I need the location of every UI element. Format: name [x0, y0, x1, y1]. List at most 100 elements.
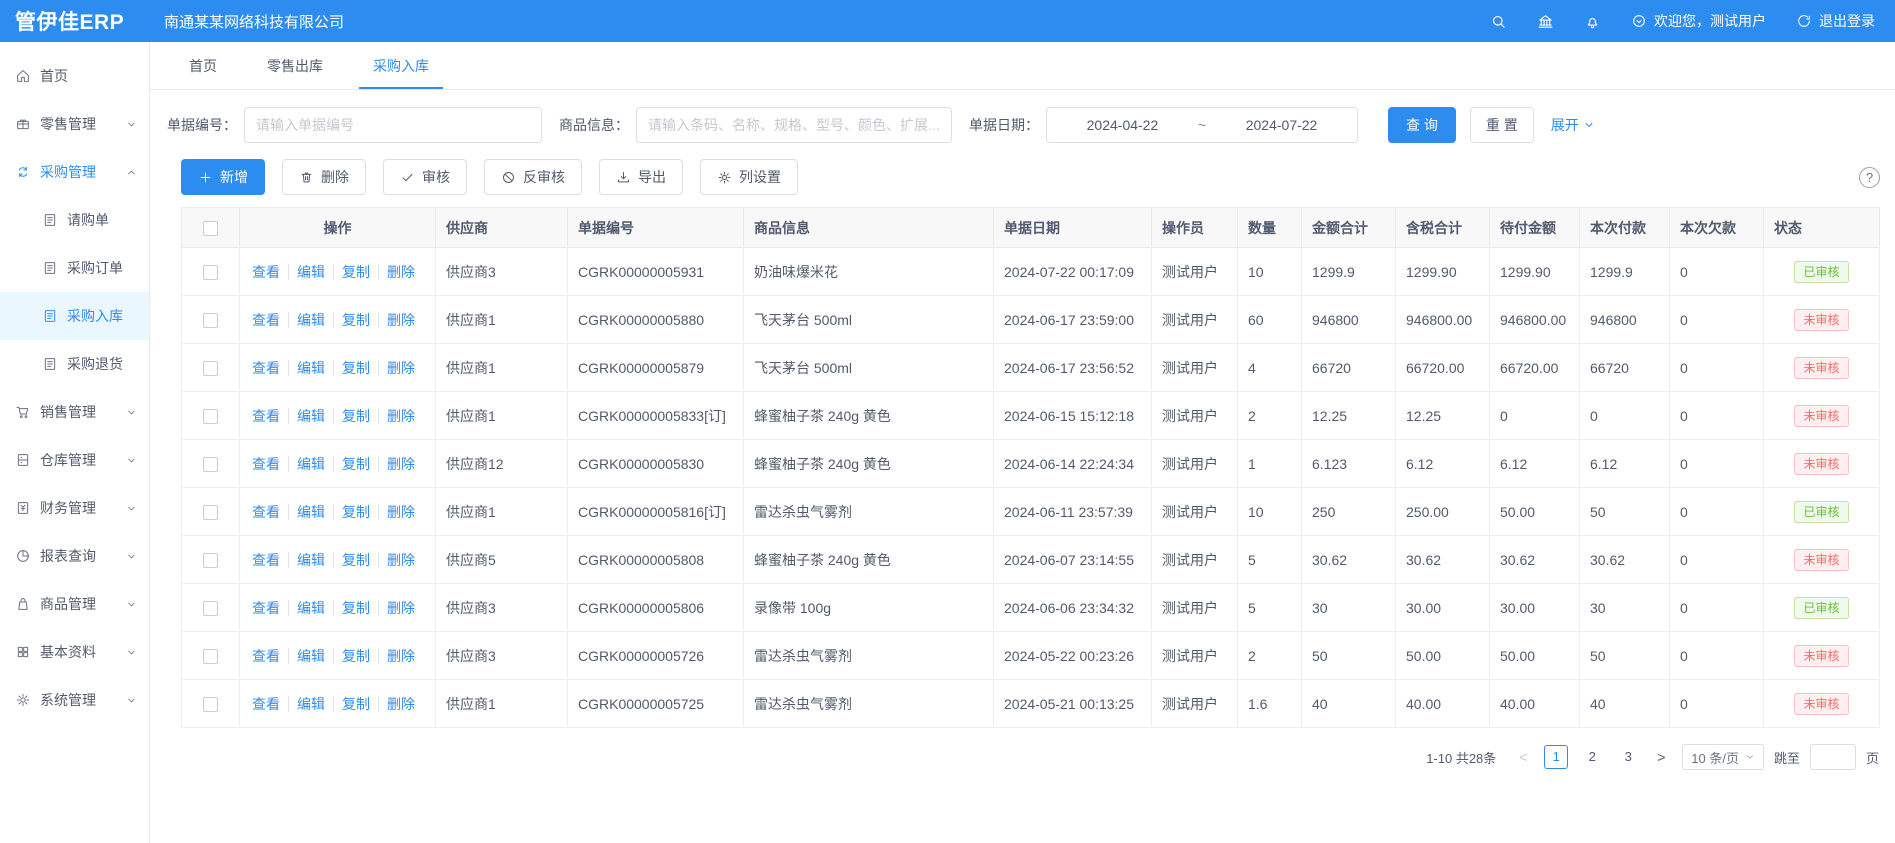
expand-link[interactable]: 展开: [1551, 115, 1595, 135]
delete-link[interactable]: 删除: [378, 312, 423, 328]
tab-purchase-inbound[interactable]: 采购入库: [348, 42, 454, 89]
bank-icon[interactable]: [1537, 13, 1554, 30]
row-checkbox[interactable]: [203, 505, 218, 520]
edit-link[interactable]: 编辑: [288, 264, 333, 280]
delete-link[interactable]: 删除: [378, 648, 423, 664]
copy-link[interactable]: 复制: [333, 456, 378, 472]
search-button[interactable]: 查 询: [1388, 107, 1456, 143]
page-button-2[interactable]: 2: [1580, 745, 1604, 769]
logout-button[interactable]: 退出登录: [1796, 11, 1875, 31]
date-range-picker[interactable]: 2024-04-22 ~ 2024-07-22: [1046, 107, 1358, 143]
row-checkbox[interactable]: [203, 601, 218, 616]
delete-link[interactable]: 删除: [378, 456, 423, 472]
page-size-select[interactable]: 10 条/页: [1682, 744, 1764, 770]
sidebar-item-purchase-mgmt[interactable]: 采购管理: [0, 148, 149, 196]
jump-page-input[interactable]: [1810, 744, 1856, 770]
copy-link[interactable]: 复制: [333, 312, 378, 328]
column-settings-button[interactable]: 列设置: [700, 159, 798, 195]
copy-link[interactable]: 复制: [333, 360, 378, 376]
delete-link[interactable]: 删除: [378, 360, 423, 376]
next-page-button[interactable]: >: [1650, 749, 1672, 765]
row-checkbox[interactable]: [203, 697, 218, 712]
view-link[interactable]: 查看: [250, 696, 288, 712]
delete-link[interactable]: 删除: [378, 504, 423, 520]
view-link[interactable]: 查看: [250, 648, 288, 664]
sidebar-item-goods-mgmt[interactable]: 商品管理: [0, 580, 149, 628]
delete-button[interactable]: 删除: [282, 159, 366, 195]
sidebar-item-finance-mgmt[interactable]: 财务管理: [0, 484, 149, 532]
edit-link[interactable]: 编辑: [288, 552, 333, 568]
view-link[interactable]: 查看: [250, 360, 288, 376]
sidebar-item-purchase-request[interactable]: 请购单: [0, 196, 149, 244]
page-button-3[interactable]: 3: [1616, 745, 1640, 769]
view-link[interactable]: 查看: [250, 312, 288, 328]
date-from-value[interactable]: 2024-04-22: [1087, 117, 1159, 133]
delete-link[interactable]: 删除: [378, 600, 423, 616]
sidebar-item-purchase-order[interactable]: 采购订单: [0, 244, 149, 292]
delete-link[interactable]: 删除: [378, 408, 423, 424]
copy-link[interactable]: 复制: [333, 504, 378, 520]
date-cell: 2024-06-11 23:57:39: [994, 488, 1152, 536]
audit-button[interactable]: 审核: [383, 159, 467, 195]
copy-link[interactable]: 复制: [333, 552, 378, 568]
edit-link[interactable]: 编辑: [288, 648, 333, 664]
sidebar-item-home[interactable]: 首页: [0, 52, 149, 100]
sidebar-item-retail-mgmt[interactable]: 零售管理: [0, 100, 149, 148]
copy-link[interactable]: 复制: [333, 264, 378, 280]
page-button-1[interactable]: 1: [1544, 745, 1568, 769]
edit-link[interactable]: 编辑: [288, 408, 333, 424]
edit-link[interactable]: 编辑: [288, 312, 333, 328]
copy-link[interactable]: 复制: [333, 600, 378, 616]
amount-cell: 250: [1302, 488, 1396, 536]
edit-link[interactable]: 编辑: [288, 696, 333, 712]
add-button[interactable]: 新增: [181, 159, 265, 195]
unaudit-button[interactable]: 反审核: [484, 159, 582, 195]
sidebar-item-sales-mgmt[interactable]: 销售管理: [0, 388, 149, 436]
reset-button[interactable]: 重 置: [1470, 107, 1534, 143]
copy-link[interactable]: 复制: [333, 648, 378, 664]
search-icon[interactable]: [1490, 13, 1507, 30]
sidebar-item-system-mgmt[interactable]: 系统管理: [0, 676, 149, 724]
view-link[interactable]: 查看: [250, 552, 288, 568]
sidebar-item-purchase-inbound[interactable]: 采购入库: [0, 292, 149, 340]
check-icon: [400, 170, 415, 185]
sidebar-item-purchase-return[interactable]: 采购退货: [0, 340, 149, 388]
order-no-input[interactable]: [244, 107, 542, 143]
delete-link[interactable]: 删除: [378, 264, 423, 280]
row-checkbox[interactable]: [203, 313, 218, 328]
row-checkbox[interactable]: [203, 361, 218, 376]
sidebar-item-warehouse-mgmt[interactable]: 仓库管理: [0, 436, 149, 484]
view-link[interactable]: 查看: [250, 456, 288, 472]
edit-link[interactable]: 编辑: [288, 456, 333, 472]
sidebar-item-basic-data[interactable]: 基本资料: [0, 628, 149, 676]
copy-link[interactable]: 复制: [333, 408, 378, 424]
row-checkbox[interactable]: [203, 265, 218, 280]
row-checkbox[interactable]: [203, 457, 218, 472]
product-info-input[interactable]: [636, 107, 952, 143]
amount-cell: 30: [1302, 584, 1396, 632]
delete-link[interactable]: 删除: [378, 696, 423, 712]
tab-home[interactable]: 首页: [164, 42, 242, 89]
select-all-checkbox[interactable]: [203, 221, 218, 236]
edit-link[interactable]: 编辑: [288, 504, 333, 520]
row-checkbox[interactable]: [203, 409, 218, 424]
row-checkbox[interactable]: [203, 553, 218, 568]
view-link[interactable]: 查看: [250, 504, 288, 520]
user-welcome[interactable]: 欢迎您，测试用户: [1631, 11, 1766, 31]
date-to-value[interactable]: 2024-07-22: [1246, 117, 1318, 133]
row-checkbox[interactable]: [203, 649, 218, 664]
view-link[interactable]: 查看: [250, 408, 288, 424]
prev-page-button[interactable]: <: [1512, 749, 1534, 765]
view-link[interactable]: 查看: [250, 600, 288, 616]
edit-link[interactable]: 编辑: [288, 600, 333, 616]
help-icon[interactable]: ?: [1859, 167, 1880, 188]
chevron-down-icon: [126, 407, 137, 418]
view-link[interactable]: 查看: [250, 264, 288, 280]
tab-retail-outbound[interactable]: 零售出库: [242, 42, 348, 89]
export-button[interactable]: 导出: [599, 159, 683, 195]
sidebar-item-report-query[interactable]: 报表查询: [0, 532, 149, 580]
delete-link[interactable]: 删除: [378, 552, 423, 568]
copy-link[interactable]: 复制: [333, 696, 378, 712]
edit-link[interactable]: 编辑: [288, 360, 333, 376]
bell-icon[interactable]: [1584, 13, 1601, 30]
